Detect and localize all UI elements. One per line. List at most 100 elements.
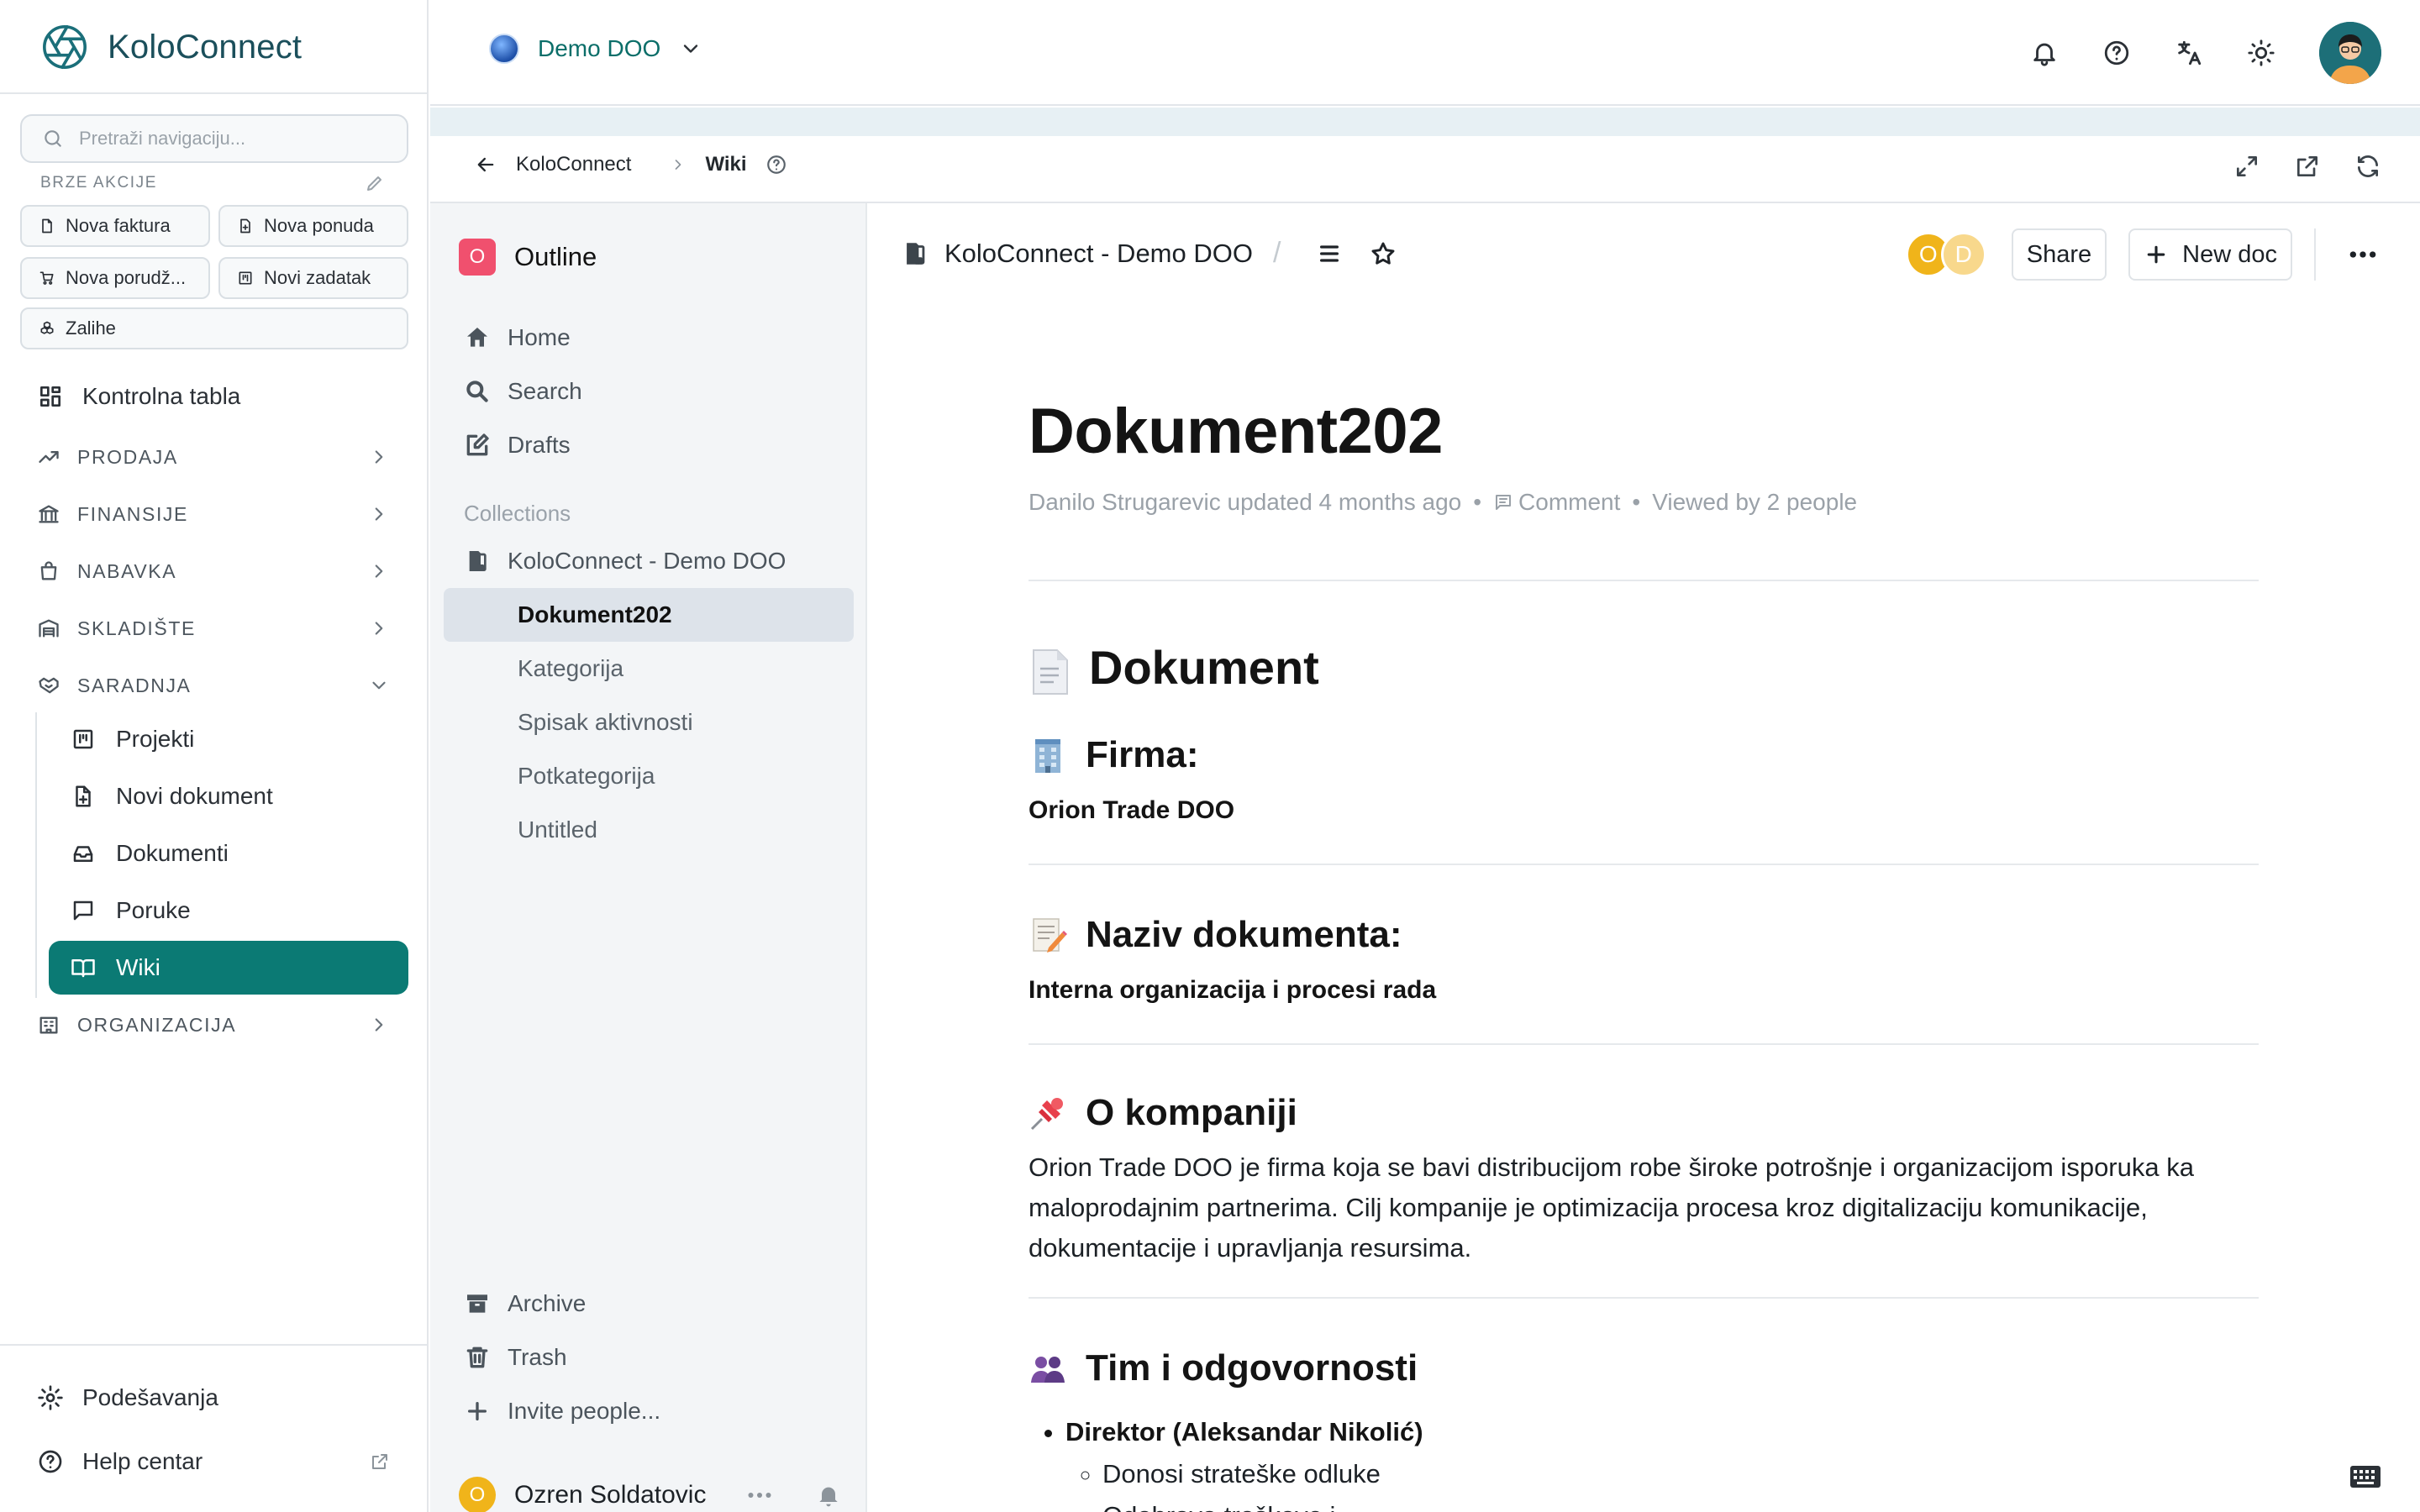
breadcrumb-back-link[interactable]: KoloConnect [516,153,631,176]
meta-viewed[interactable]: Viewed by 2 people [1652,489,1857,516]
document-collection-link[interactable]: KoloConnect - Demo DOO [944,239,1253,269]
meta-comment[interactable]: Comment [1518,489,1620,516]
nav-label: Novi dokument [116,783,273,809]
dashboard-icon [37,383,64,410]
divider [1028,864,2259,865]
star-icon[interactable] [1370,240,1397,267]
quick-action-new-offer[interactable]: Nova ponuda [218,205,408,247]
nav-item-documents[interactable]: Dokumenti [49,827,408,880]
nav-section-organization[interactable]: ORGANIZACIJA [37,1003,390,1047]
meta-dot: • [1632,489,1641,515]
nav-settings[interactable]: Podešavanja [37,1374,218,1421]
team-sublist-item: Odobrava troškove i [1102,1495,1423,1512]
keyboard-icon[interactable] [2349,1465,2381,1488]
nav-section-label: FINANSIJE [77,502,188,525]
chevron-right-icon [368,1014,390,1036]
nav-item-projects[interactable]: Projekti [49,712,408,766]
outline-doc-item[interactable]: Kategorija [444,642,854,696]
quick-action-label: Novi zadatak [264,267,371,288]
outline-doc-item[interactable]: Dokument202 [444,588,854,642]
outline-nav-home[interactable]: Home [464,316,571,360]
sun-icon[interactable] [2247,39,2275,67]
quick-action-new-order[interactable]: Nova porudž... [20,257,210,299]
about-paragraph: Orion Trade DOO je firma koja se bavi di… [1028,1152,2194,1263]
outline-nav-drafts[interactable]: Drafts [464,423,571,467]
quick-action-new-task[interactable]: Novi zadatak [218,257,408,299]
quick-action-stock[interactable]: Zalihe [20,307,408,349]
document-header: KoloConnect - Demo DOO / [901,237,1397,270]
bell-icon[interactable] [2030,39,2059,67]
outline-nav-label: Search [508,378,582,404]
frame-header: KoloConnect Wiki [430,136,2420,203]
divider [1028,580,2259,581]
share-button-label: Share [2026,240,2092,268]
outline-doc-item[interactable]: Potkategorija [444,749,854,803]
heading-dokument: Dokument [1028,640,1319,695]
bell-icon[interactable] [815,1482,842,1509]
meta-updated[interactable]: Danilo Strugarevic updated 4 months ago [1028,489,1461,516]
heading-text: O kompaniji [1086,1092,1297,1133]
chevron-right-icon [368,446,390,468]
top-bar: Demo DOO [430,0,2420,106]
outline-doc-item[interactable]: Untitled [444,803,854,857]
nav-help-center[interactable]: Help centar [37,1438,390,1485]
document-title[interactable]: Dokument202 [1028,395,1443,468]
more-horizontal-icon[interactable] [2346,238,2380,271]
nav-search[interactable] [20,114,408,163]
nav-section-collaboration[interactable]: SARADNJA [37,664,390,707]
people-icon [1028,1349,1067,1388]
nav-section-sales[interactable]: PRODAJA [37,435,390,479]
nav-section-procurement[interactable]: NABAVKA [37,549,390,593]
brand[interactable]: KoloConnect [40,20,302,74]
bank-icon [37,502,60,526]
help-circle-icon[interactable] [765,154,787,176]
more-horizontal-icon[interactable] [744,1480,775,1510]
list-icon[interactable] [1316,240,1343,267]
heading-o-kompaniji: O kompaniji [1028,1092,1297,1134]
new-doc-label: New doc [2182,240,2277,268]
help-circle-icon[interactable] [2102,39,2131,67]
outline-nav-invite[interactable]: Invite people... [464,1389,660,1433]
new-doc-button[interactable]: New doc [2128,228,2292,281]
external-link-icon[interactable] [2294,153,2321,180]
nav-label: Poruke [116,897,191,923]
arrow-left-icon[interactable] [474,153,497,176]
nav-label: Help centar [82,1448,203,1474]
outline-doc-item[interactable]: Spisak aktivnosti [444,696,854,749]
maximize-icon[interactable] [2233,153,2260,180]
collection-name: KoloConnect - Demo DOO [508,548,786,574]
nav-section-finance[interactable]: FINANSIJE [37,492,390,536]
outline-nav-label: Drafts [508,432,571,458]
heading-naziv: Naziv dokumenta: [1028,914,1402,956]
office-building-icon [1028,736,1067,774]
outline-nav-trash[interactable]: Trash [464,1336,567,1379]
outline-workspace[interactable]: O Outline [459,239,597,276]
nav-item-new-document[interactable]: Novi dokument [49,769,408,823]
edit-pencil-icon[interactable] [365,173,385,193]
outline-logo: O [459,239,496,276]
translate-icon[interactable] [2175,39,2203,67]
refresh-icon[interactable] [2354,153,2381,180]
collaborator-avatars[interactable]: O D [1905,232,1986,277]
nav-search-input[interactable] [79,128,381,150]
divider [1028,1043,2259,1045]
help-circle-icon [37,1448,64,1475]
outline-user[interactable]: O Ozren Soldatovic [459,1477,842,1512]
nav-dashboard[interactable]: Kontrolna tabla [37,373,240,420]
handshake-icon [37,674,60,697]
collection-item[interactable]: KoloConnect - Demo DOO [464,539,786,583]
nav-section-warehouse[interactable]: SKLADIŠTE [37,606,390,650]
quick-actions-title: BRZE AKCIJE [40,174,158,192]
outline-nav-search[interactable]: Search [464,370,582,413]
outline-nav-archive[interactable]: Archive [464,1282,586,1326]
meta-dot: • [1473,489,1482,515]
boxes-icon [39,320,55,337]
cart-icon [39,270,55,286]
share-button[interactable]: Share [2011,228,2107,281]
plus-icon [464,1398,491,1425]
nav-item-messages[interactable]: Poruke [49,884,408,937]
company-switcher[interactable]: Demo DOO [489,34,702,64]
nav-item-wiki[interactable]: Wiki [49,941,408,995]
user-avatar[interactable] [2319,22,2381,84]
quick-action-new-invoice[interactable]: Nova faktura [20,205,210,247]
